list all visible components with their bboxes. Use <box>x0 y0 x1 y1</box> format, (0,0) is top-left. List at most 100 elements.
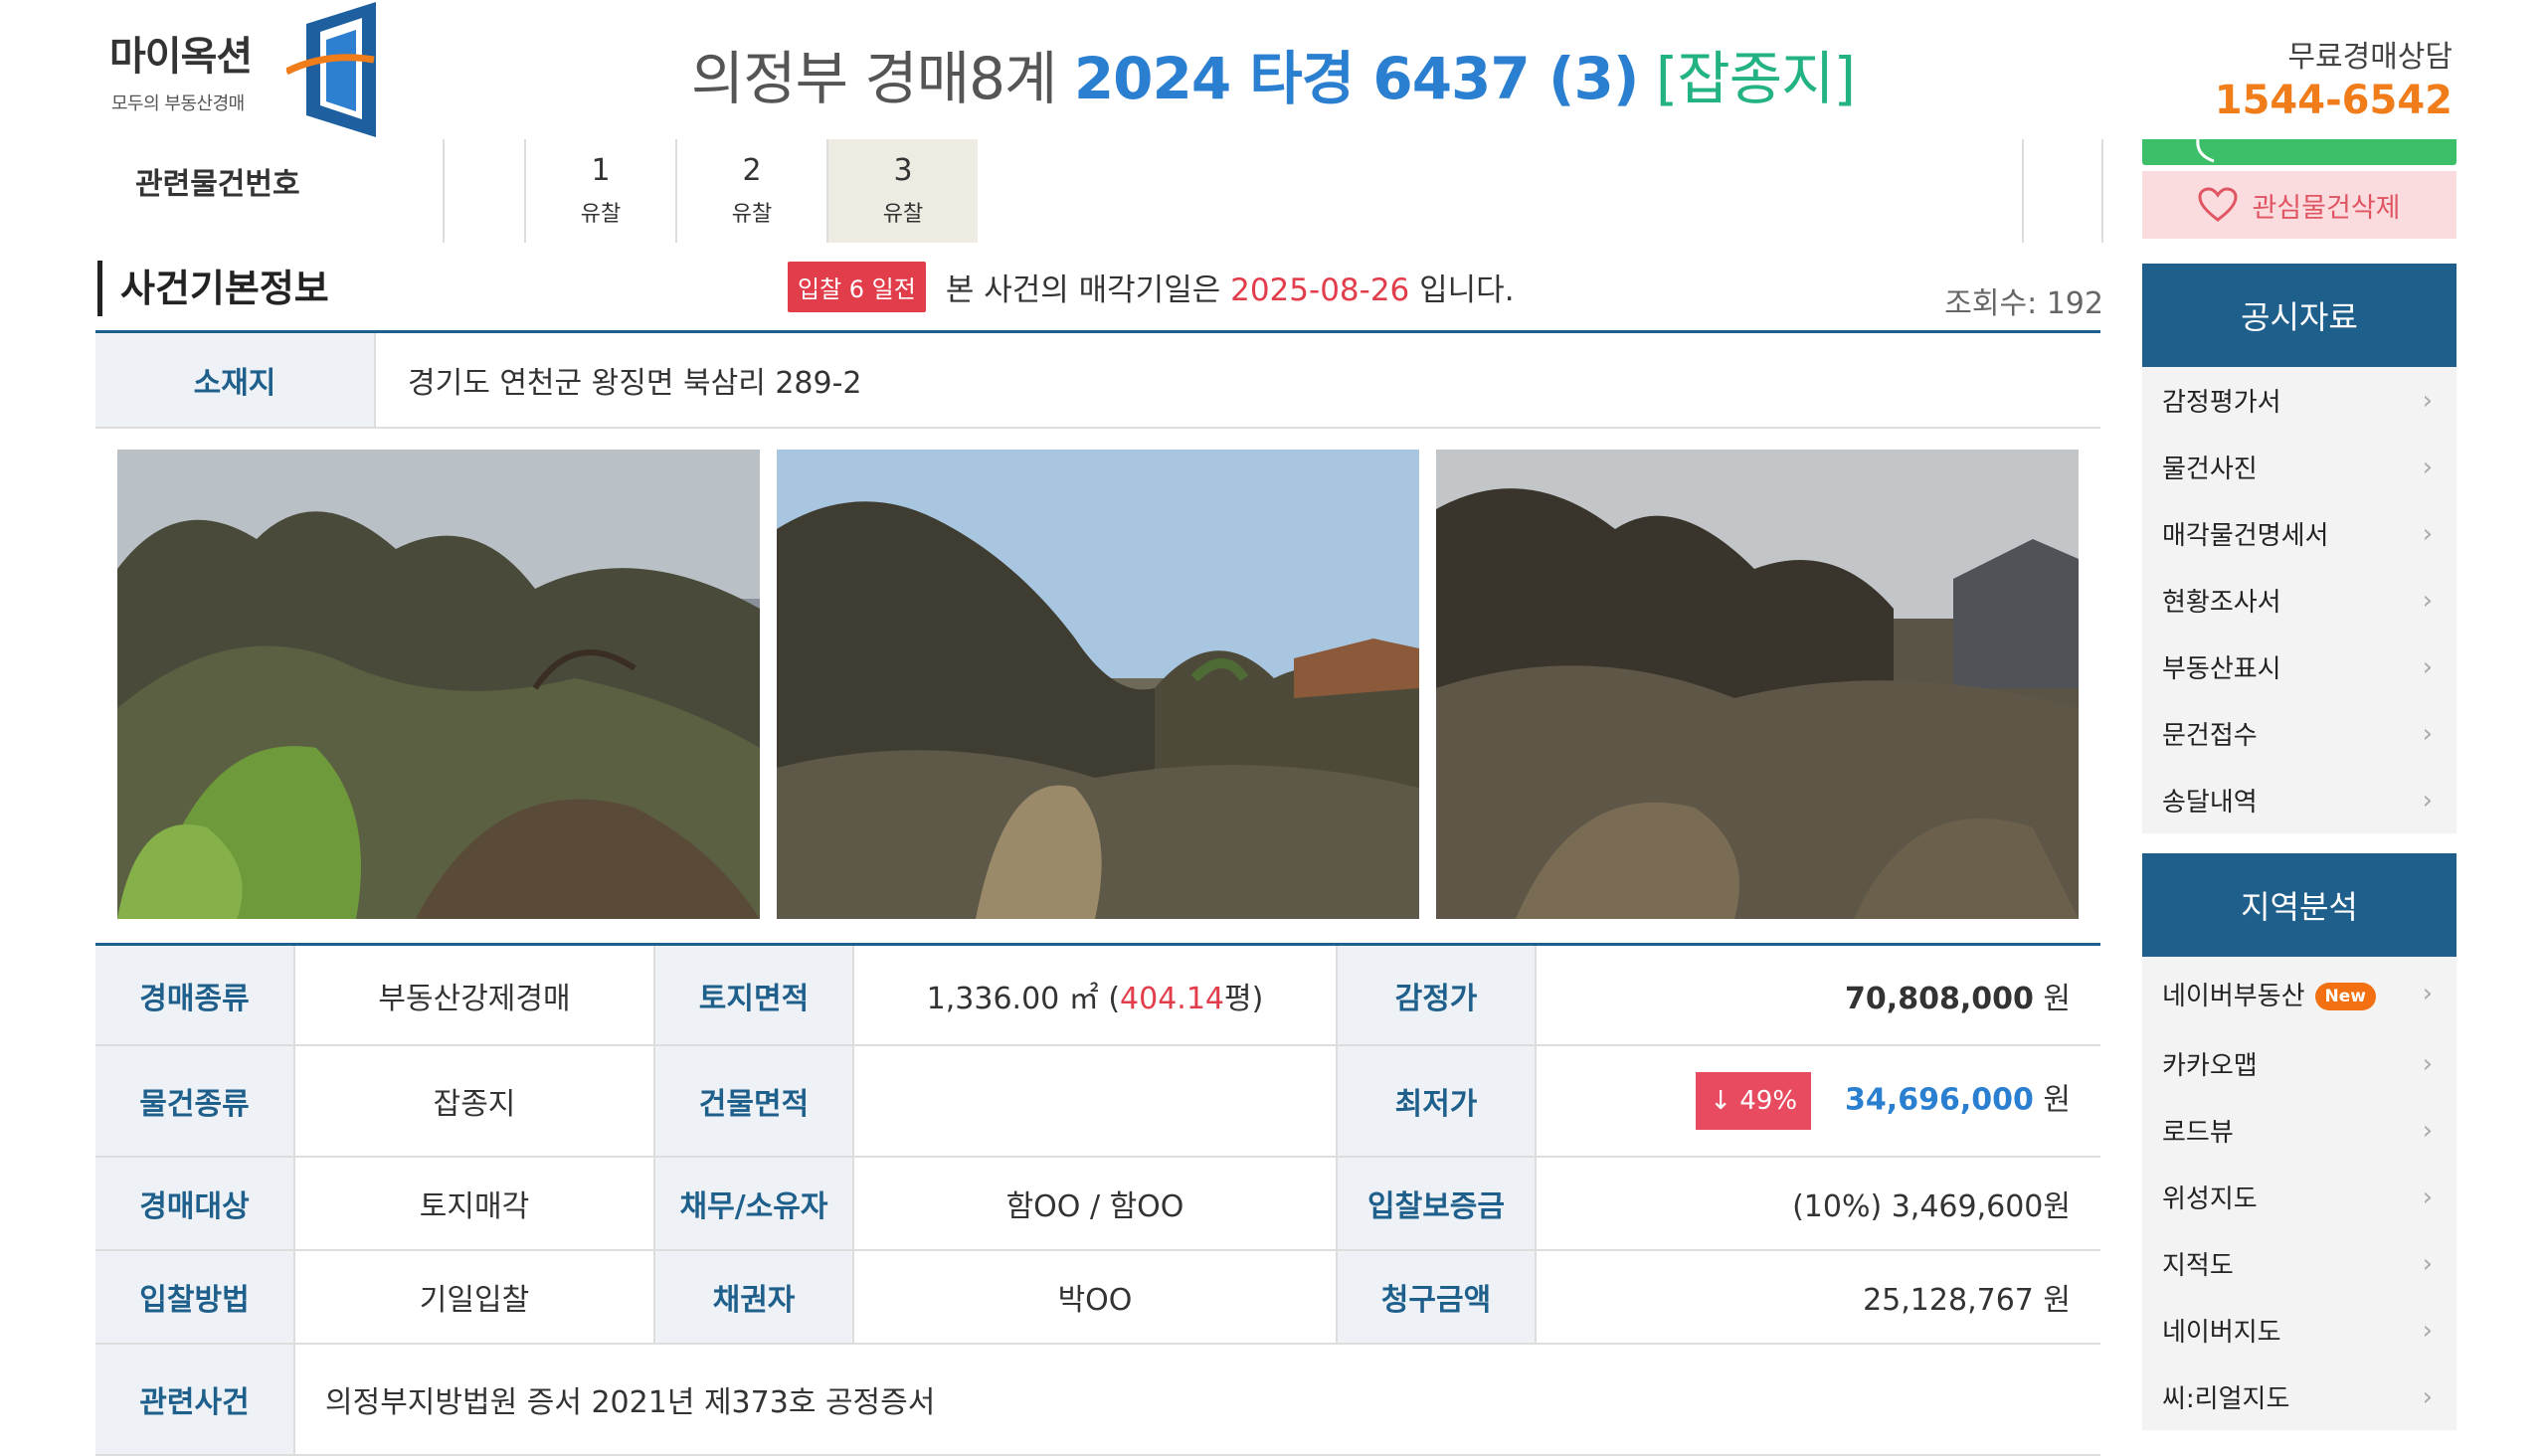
chevron-right-icon: › <box>2422 785 2433 816</box>
land-area-suffix: 평) <box>1224 981 1264 1016</box>
related-case-value: 의정부지방법원 증서 2021년 제373호 공정증서 <box>294 1344 2100 1456</box>
divider <box>2101 139 2103 243</box>
notice-docs-list: 감정평가서 › 물건사진 › 매각물건명세서 › 현황조사서 › 부동산표시 › 문건접수… <box>2142 367 2456 833</box>
notice-doc-photos[interactable]: 물건사진 › <box>2142 434 2456 500</box>
notice-doc-property-display[interactable]: 부동산표시 › <box>2142 634 2456 700</box>
notice-doc-delivery[interactable]: 송달내역 › <box>2142 767 2456 833</box>
region-analysis-list: 네이버부동산 New › 카카오맵 › 로드뷰 › 위성지도 › 지적도 › 네이버지도 › … <box>2142 957 2456 1430</box>
region-kakao-map[interactable]: 카카오맵 › <box>2142 1030 2456 1097</box>
chevron-right-icon: › <box>2422 1248 2433 1279</box>
creditor-value: 박OO <box>853 1250 1337 1345</box>
overgrown-land-photo-2 <box>777 450 1419 919</box>
menu-label: 네이버부동산 <box>2162 981 2305 1011</box>
notice-doc-sale-spec[interactable]: 매각물건명세서 › <box>2142 500 2456 567</box>
auction-detail-page: 마이옥션 모두의 부동산경매 의정부 경매8계 2024 타경 6437 (3)… <box>0 0 2546 1456</box>
price-drop-badge: ↓ 49% <box>1696 1072 1812 1130</box>
consult-label: 무료경매상담 <box>2287 40 2453 75</box>
chevron-right-icon: › <box>2422 385 2433 416</box>
min-price-label: 최저가 <box>1336 1045 1537 1158</box>
related-item-number: 1 <box>591 153 611 188</box>
min-price-cell: ↓ 49% 34,696,000 원 <box>1536 1045 2100 1158</box>
table-row: 입찰방법 기일입찰 채권자 박OO 청구금액 25,128,767 원 <box>95 1250 2100 1345</box>
delete-interest-button[interactable]: 관심물건삭제 <box>2142 171 2456 239</box>
chevron-right-icon: › <box>2422 1315 2433 1346</box>
related-item-2[interactable]: 2 유찰 <box>677 139 826 243</box>
notice-suffix: 입니다. <box>1419 273 1515 308</box>
target-label: 경매대상 <box>95 1157 295 1251</box>
related-item-number: 3 <box>893 153 913 188</box>
case-title: 의정부 경매8계 2024 타경 6437 (3) [잡종지] <box>0 32 2546 115</box>
table-row: 경매종류 부동산강제경매 토지면적 1,336.00 ㎡ (404.14평) 감… <box>95 946 2100 1046</box>
address-value: 경기도 연천군 왕징면 북삼리 289-2 <box>408 366 862 401</box>
owner-value: 함OO / 함OO <box>853 1157 1337 1251</box>
related-case-label: 관련사건 <box>95 1344 295 1456</box>
building-area-label: 건물면적 <box>653 1045 854 1158</box>
overgrown-land-photo-3 <box>1436 450 2079 919</box>
region-road-view[interactable]: 로드뷰 › <box>2142 1097 2456 1164</box>
region-cadastral-map[interactable]: 지적도 › <box>2142 1230 2456 1297</box>
consult-phone[interactable]: 1544-6542 <box>2215 78 2453 123</box>
land-area-value: 1,336.00 ㎡ (404.14평) <box>853 946 1337 1046</box>
related-items-label: 관련물건번호 <box>135 167 300 202</box>
property-photo-2[interactable] <box>777 450 1419 919</box>
overgrown-land-photo-1 <box>117 450 760 919</box>
address-label: 소재지 <box>95 333 376 427</box>
region-naver-realestate[interactable]: 네이버부동산 New › <box>2142 957 2456 1030</box>
related-item-status: 유찰 <box>580 202 622 227</box>
section-title-case-info: 사건기본정보 <box>97 261 329 316</box>
notice-docs-header: 공시자료 <box>2142 264 2456 367</box>
target-value: 토지매각 <box>294 1157 654 1251</box>
claim-value: 25,128,767 원 <box>1536 1250 2100 1345</box>
building-area-value <box>853 1045 1337 1158</box>
related-item-number: 2 <box>742 153 762 188</box>
chevron-right-icon: › <box>2422 1381 2433 1412</box>
sale-date-notice: 입찰 6 일전 본 사건의 매각기일은 2025-08-26 입니다. <box>788 262 1515 312</box>
claim-label: 청구금액 <box>1336 1250 1537 1345</box>
menu-label: 부동산표시 <box>2162 654 2281 684</box>
related-item-1[interactable]: 1 유찰 <box>526 139 675 243</box>
item-type-label: 물건종류 <box>95 1045 295 1158</box>
menu-label: 감정평가서 <box>2162 388 2281 418</box>
divider <box>443 139 445 243</box>
item-type-value: 잡종지 <box>294 1045 654 1158</box>
appraisal-value: 70,808,000 <box>1845 981 2034 1016</box>
table-row: 관련사건 의정부지방법원 증서 2021년 제373호 공정증서 <box>95 1344 2100 1456</box>
menu-label: 네이버지도 <box>2162 1318 2281 1348</box>
auction-type-label: 경매종류 <box>95 946 295 1046</box>
region-c-real-map[interactable]: 씨:리얼지도 › <box>2142 1364 2456 1430</box>
region-satellite-map[interactable]: 위성지도 › <box>2142 1164 2456 1230</box>
menu-label: 씨:리얼지도 <box>2162 1384 2290 1414</box>
menu-label: 카카오맵 <box>2162 1051 2258 1081</box>
chevron-right-icon: › <box>2422 1182 2433 1212</box>
notice-doc-survey[interactable]: 현황조사서 › <box>2142 567 2456 634</box>
region-naver-map[interactable]: 네이버지도 › <box>2142 1297 2456 1364</box>
chevron-right-icon: › <box>2422 651 2433 682</box>
creditor-label: 채권자 <box>653 1250 854 1345</box>
notice-doc-appraisal[interactable]: 감정평가서 › <box>2142 367 2456 434</box>
notice-doc-filings[interactable]: 문건접수 › <box>2142 700 2456 767</box>
divider <box>2022 139 2024 243</box>
details-table: 경매종류 부동산강제경매 토지면적 1,336.00 ㎡ (404.14평) 감… <box>95 946 2100 1456</box>
property-photos <box>95 426 2100 946</box>
delete-interest-label: 관심물건삭제 <box>2252 192 2401 224</box>
free-consult[interactable]: 무료경매상담 1544-6542 <box>2215 32 2453 123</box>
land-area-pyeong: 404.14 <box>1120 981 1225 1016</box>
address-row: 소재지 경기도 연천군 왕징면 북삼리 289-2 <box>95 330 2100 429</box>
related-item-3[interactable]: 3 유찰 <box>828 139 978 243</box>
sale-date: 2025-08-26 <box>1230 273 1410 308</box>
appraisal-label: 감정가 <box>1336 946 1537 1046</box>
related-item-status: 유찰 <box>882 202 924 227</box>
table-row: 경매대상 토지매각 채무/소유자 함OO / 함OO 입찰보증금 (10%) 3… <box>95 1157 2100 1251</box>
dday-badge: 입찰 6 일전 <box>788 262 926 312</box>
related-item-status: 유찰 <box>731 202 773 227</box>
currency-unit: 원 <box>2043 1082 2071 1118</box>
case-number: 2024 타경 6437 (3) <box>1073 45 1640 112</box>
view-count: 조회수: 192 <box>1944 286 2103 321</box>
consult-request-button[interactable] <box>2142 139 2456 165</box>
chevron-right-icon: › <box>2422 979 2433 1008</box>
property-photo-3[interactable] <box>1436 450 2079 919</box>
land-area-label: 토지면적 <box>653 946 854 1046</box>
chevron-right-icon: › <box>2422 718 2433 749</box>
phone-icon <box>2196 139 2215 163</box>
property-photo-1[interactable] <box>117 450 760 919</box>
